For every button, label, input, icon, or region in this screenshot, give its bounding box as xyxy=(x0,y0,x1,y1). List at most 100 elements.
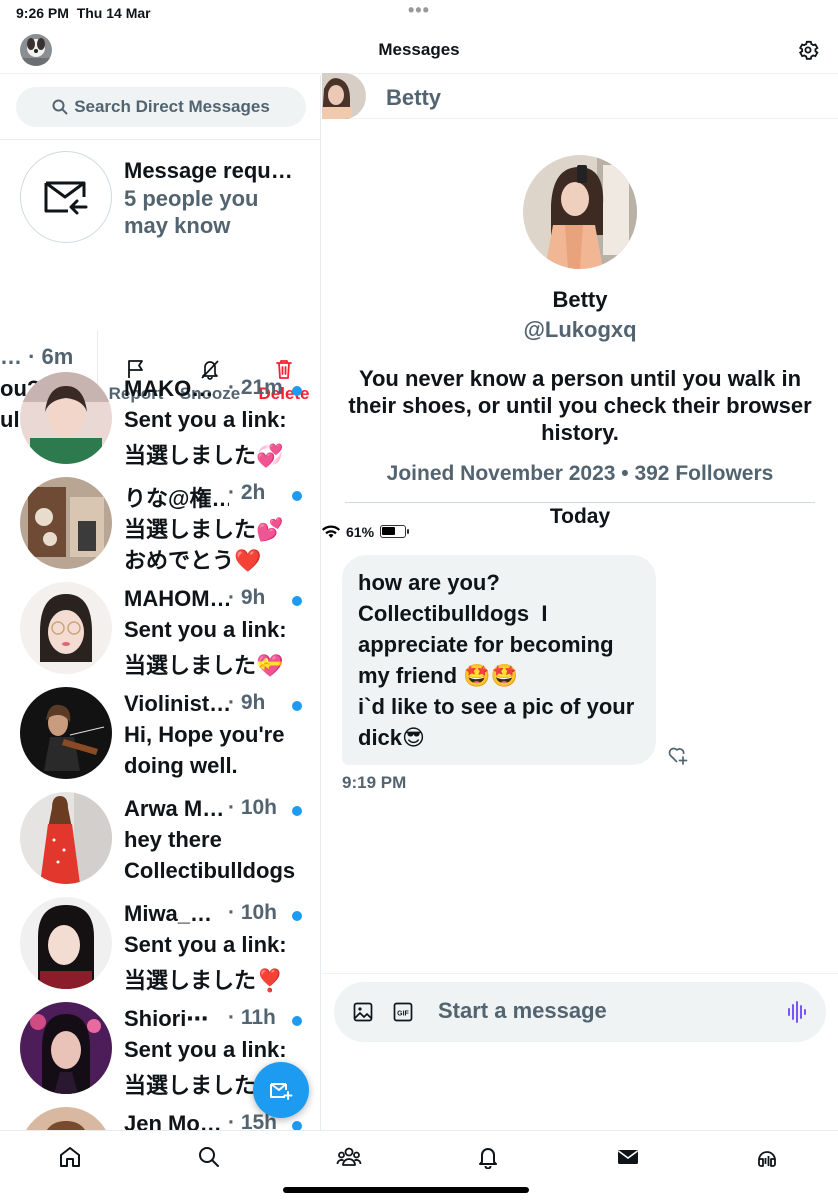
conversation-time: · 2h xyxy=(228,481,266,504)
divider xyxy=(322,973,838,974)
status-bar: 9:26 PM Thu 14 Mar ••• 61% xyxy=(0,0,838,540)
envelope-plus-icon xyxy=(270,1083,293,1100)
conversation-name: MAKO… xyxy=(124,376,214,401)
unread-dot xyxy=(292,491,302,501)
message-input-placeholder[interactable]: Start a message xyxy=(438,998,607,1024)
conversation-list-panel: Search Direct Messages Message requ… 5 p… xyxy=(0,75,321,1130)
message-line: appreciate for becoming xyxy=(358,632,614,657)
tab-notifications[interactable] xyxy=(474,1143,502,1171)
conversation-preview: 当選しました💕 xyxy=(124,517,284,542)
tab-spaces[interactable] xyxy=(753,1143,781,1171)
message-line: Collectibulldogs I xyxy=(358,601,548,626)
conversation-preview: doing well. xyxy=(124,753,238,778)
unread-dot xyxy=(292,596,302,606)
conversation-name: Miwa_… xyxy=(124,901,213,926)
conversation-row[interactable]: Violinist… · 9h Hi, Hope you're doing we… xyxy=(0,687,320,792)
conversation-preview: hey there xyxy=(124,827,222,852)
conversation-time: · 21m xyxy=(228,376,283,399)
search-input[interactable]: Search Direct Messages xyxy=(16,87,306,127)
message-line: my friend 🤩🤩 xyxy=(358,663,518,688)
profile-meta: Joined November 2023 • 392 Followers xyxy=(386,462,774,485)
avatar[interactable] xyxy=(20,477,112,569)
message-request-icon-circle xyxy=(20,151,112,243)
message-composer[interactable]: GIF Start a message xyxy=(334,982,826,1042)
conversation-row[interactable]: りな@権… · 2h 当選しました💕 おめでとう❤️ xyxy=(0,477,320,582)
unread-dot xyxy=(292,701,302,711)
conversation-preview: Hi, Hope you're xyxy=(124,722,285,747)
chat-header-name: Betty xyxy=(386,85,442,110)
divider xyxy=(0,139,320,140)
envelope-icon xyxy=(618,1150,638,1164)
unread-dot xyxy=(292,1016,302,1026)
page-title: Messages xyxy=(378,40,460,59)
conversation-name: りな@権… xyxy=(124,486,229,511)
new-message-button[interactable] xyxy=(253,1062,309,1118)
conversation-preview: Sent you a link: xyxy=(124,1037,287,1062)
message-line: dick😎 xyxy=(358,725,425,750)
conversation-time: · 9h xyxy=(228,691,266,714)
search-placeholder: Search Direct Messages xyxy=(74,97,270,116)
message-requests-title: Message requ… xyxy=(124,158,293,183)
conversation-row[interactable]: MAKO… · 21m Sent you a link: 当選しました💞 xyxy=(0,372,320,477)
profile-name: Betty xyxy=(552,287,608,312)
avatar[interactable] xyxy=(20,1107,112,1130)
chat-profile-card: Betty @Lukogxq You never know a person u… xyxy=(322,155,838,503)
conversation-row[interactable]: MAHOM… · 9h Sent you a link: 当選しました💝 xyxy=(0,582,320,687)
conversation-time: · 10h xyxy=(228,901,278,924)
gif-icon[interactable]: GIF xyxy=(392,1001,414,1023)
conversation-time: · 11h xyxy=(228,1006,276,1029)
unread-dot xyxy=(292,806,302,816)
gear-icon[interactable] xyxy=(796,38,820,62)
chat-panel: Betty Betty @Lukogxq You never know a pe… xyxy=(322,73,838,1130)
chat-header[interactable]: Betty xyxy=(322,73,838,119)
swiped-row-name-time: … · 6m xyxy=(0,344,74,369)
tab-explore[interactable] xyxy=(195,1143,223,1171)
divider xyxy=(345,502,815,503)
avatar[interactable] xyxy=(20,582,112,674)
conversation-preview: 当選しました💝 xyxy=(124,653,284,678)
message-timestamp: 9:19 PM xyxy=(342,773,407,792)
conversation-preview: 当選しました❣️ xyxy=(124,968,284,993)
avatar[interactable] xyxy=(20,687,112,779)
conversation-time: · 9h xyxy=(228,586,266,609)
unread-dot xyxy=(292,911,302,921)
bell-icon xyxy=(479,1148,497,1169)
profile-handle[interactable]: @Lukogxq xyxy=(322,317,838,343)
avatar[interactable] xyxy=(20,372,112,464)
tab-messages[interactable] xyxy=(614,1143,642,1171)
conversation-preview: おめでとう❤️ xyxy=(124,548,262,573)
conversation-preview: Sent you a link: xyxy=(124,932,287,957)
conversation-preview: 当選しました💞 xyxy=(124,443,284,468)
message-bubble[interactable]: how are you? Collectibulldogs I apprecia… xyxy=(342,555,656,765)
image-icon[interactable] xyxy=(352,1001,374,1023)
avatar[interactable] xyxy=(20,792,112,884)
search-icon xyxy=(52,99,68,115)
conversation-name: Shiori⋯ xyxy=(124,1006,209,1031)
day-separator: Today xyxy=(549,505,611,528)
conversation-name: Arwa M… xyxy=(124,796,225,821)
search-icon xyxy=(199,1147,219,1167)
conversation-row[interactable]: Arwa M… · 10h hey there Collectibulldogs xyxy=(0,792,320,897)
voice-message-icon[interactable] xyxy=(786,1000,808,1024)
conversation-name: Jen Mo… xyxy=(124,1111,222,1130)
tab-home[interactable] xyxy=(56,1143,84,1171)
envelope-arrow-icon xyxy=(44,181,88,215)
message-requests-row[interactable]: Message requ… 5 people you may know xyxy=(0,151,320,251)
avatar[interactable] xyxy=(20,897,112,989)
spaces-icon xyxy=(758,1151,776,1167)
profile-bio: You never know a person until you walk i… xyxy=(348,366,812,445)
avatar[interactable] xyxy=(20,1002,112,1094)
conversation-preview: Sent you a link: xyxy=(124,617,287,642)
conversation-preview: Sent you a link: xyxy=(124,407,287,432)
home-icon xyxy=(60,1147,80,1167)
status-time: 9:26 PM Thu 14 Mar xyxy=(16,5,151,21)
tab-communities[interactable] xyxy=(335,1143,363,1171)
communities-icon xyxy=(336,1147,362,1166)
heart-plus-icon[interactable] xyxy=(666,744,688,766)
unread-dot xyxy=(292,386,302,396)
message-line: i`d like to see a pic of your xyxy=(358,694,635,719)
profile-avatar[interactable] xyxy=(523,155,637,269)
home-indicator[interactable] xyxy=(283,1187,529,1193)
chat-header-avatar[interactable] xyxy=(322,73,366,119)
conversation-row[interactable]: Miwa_… · 10h Sent you a link: 当選しました❣️ xyxy=(0,897,320,1002)
